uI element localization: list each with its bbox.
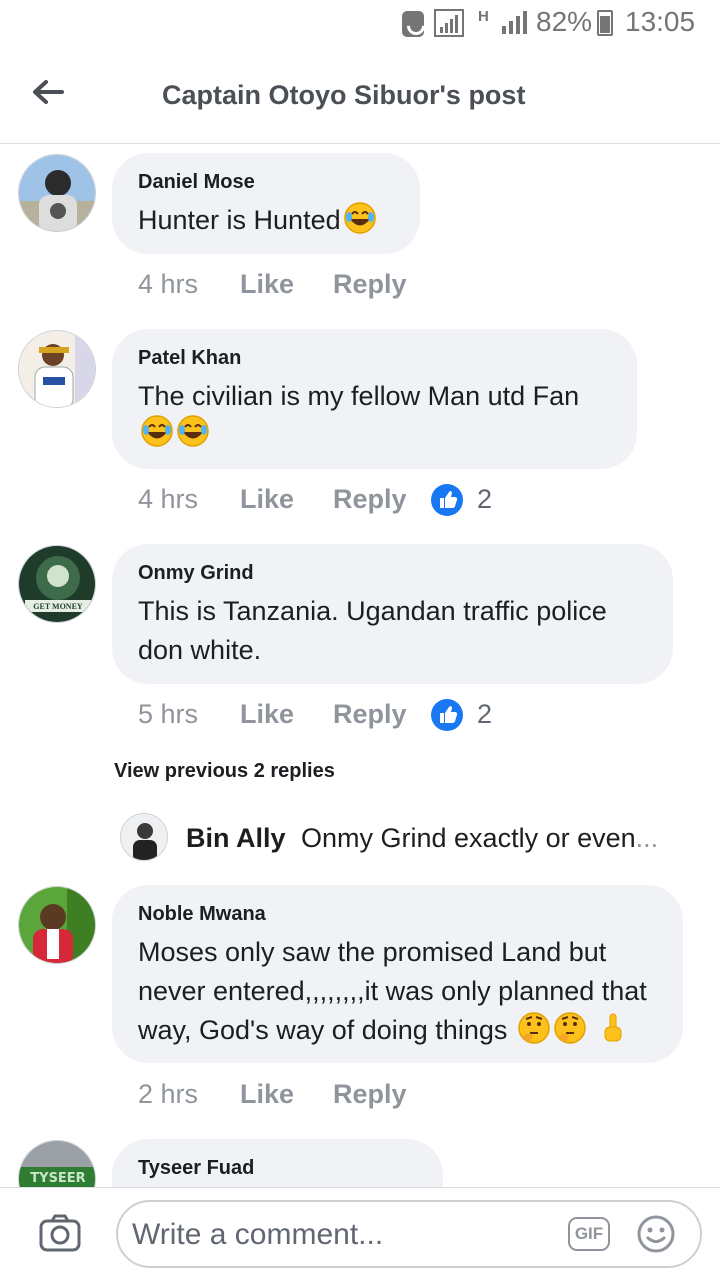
tears-of-joy-emoji <box>141 415 173 447</box>
battery-icon <box>597 10 613 36</box>
avatar[interactable] <box>18 330 96 408</box>
reply-button[interactable]: Reply <box>333 1079 407 1110</box>
gif-icon[interactable]: GIF <box>568 1217 610 1251</box>
comment-text: Moses only saw the promised Land but <box>138 937 607 967</box>
pointing-up-emoji <box>604 1013 622 1042</box>
comment-author[interactable]: Noble Mwana <box>138 903 655 925</box>
comment-meta: 5 hrs Like Reply <box>0 699 720 735</box>
comment-meta: 4 hrs Like Reply <box>0 484 720 520</box>
smiley-button[interactable] <box>636 1214 676 1254</box>
comment-author[interactable]: Daniel Mose <box>138 171 392 193</box>
page-title: Captain Otoyo Sibuor's post <box>162 80 526 110</box>
comment-time: 5 hrs <box>138 699 199 729</box>
top-bar: Captain Otoyo Sibuor's post <box>0 48 720 144</box>
camera-button[interactable] <box>38 1212 82 1256</box>
comment-text-line2: never entered,,,,,,,,it was only planned… <box>138 976 647 1006</box>
comment-time: 4 hrs <box>138 269 199 299</box>
like-button[interactable]: Like <box>240 1079 294 1110</box>
avatar[interactable] <box>120 813 168 861</box>
reply-preview[interactable]: Bin Ally Onmy Grind exactly or even... <box>120 813 700 861</box>
thumbs-up-icon[interactable] <box>431 699 463 731</box>
network-type-label: H <box>478 8 489 25</box>
comment-bubble[interactable]: Daniel Mose Hunter is Hunted <box>112 153 420 254</box>
comment-input[interactable]: Write a comment... GIF <box>116 1200 702 1268</box>
battery-percent: 82% <box>536 6 593 37</box>
comment-bubble[interactable]: Onmy Grind This is Tanzania. Ugandan tra… <box>112 544 673 684</box>
comment-text-line3: way, God's way of doing things <box>138 1011 655 1050</box>
signal-icon <box>434 9 464 37</box>
comment-bubble[interactable]: Noble Mwana Moses only saw the promised … <box>112 885 683 1063</box>
view-previous-replies-link[interactable]: View previous 2 replies <box>114 760 335 783</box>
comment-text: Hunter is Hunted <box>138 201 392 240</box>
tears-of-joy-emoji <box>177 415 209 447</box>
comment-text: The civilian is my fellow Man utd Fan <box>138 381 580 411</box>
comment-text: This is Tanzania. Ugandan traffic police <box>138 596 607 626</box>
status-bar: H 82% 13:05 <box>0 0 720 48</box>
camera-icon <box>39 1214 81 1252</box>
arrow-left-icon <box>33 80 64 104</box>
like-button[interactable]: Like <box>240 484 294 515</box>
comment-bubble[interactable]: Tyseer Fuad <box>112 1139 443 1187</box>
back-button[interactable] <box>28 72 68 112</box>
smiley-icon <box>637 1215 675 1253</box>
comment-composer: Write a comment... GIF <box>0 1187 720 1280</box>
svg-text:TYSEER: TYSEER <box>30 1171 85 1186</box>
like-button[interactable]: Like <box>240 269 294 300</box>
comment-emoji-line <box>138 414 609 453</box>
reply-button[interactable]: Reply <box>333 269 407 300</box>
thinking-emoji <box>554 1012 586 1044</box>
like-button[interactable]: Like <box>240 699 294 730</box>
reply-author[interactable]: Bin Ally <box>186 823 286 854</box>
comment-author[interactable]: Onmy Grind <box>138 562 645 584</box>
reply-button[interactable]: Reply <box>333 484 407 515</box>
comment-bubble[interactable]: Patel Khan The civilian is my fellow Man… <box>112 329 637 469</box>
phone-icon <box>402 11 424 37</box>
reply-button[interactable]: Reply <box>333 699 407 730</box>
avatar[interactable]: TYSEER <box>18 1140 96 1187</box>
comments-list[interactable]: Daniel Mose Hunter is Hunted 4 hrs Like … <box>0 145 720 1187</box>
thinking-emoji <box>518 1012 550 1044</box>
reply-text: Onmy Grind exactly or even... <box>301 823 659 853</box>
comment-author[interactable]: Patel Khan <box>138 347 609 369</box>
avatar[interactable] <box>18 886 96 964</box>
thumbs-up-icon[interactable] <box>431 484 463 516</box>
avatar[interactable]: GET MONEY <box>18 545 96 623</box>
reaction-count[interactable]: 2 <box>477 484 492 515</box>
cellular-signal-icon <box>500 10 528 43</box>
tears-of-joy-emoji <box>343 202 376 234</box>
clock: 13:05 <box>625 6 696 37</box>
comment-placeholder: Write a comment... <box>132 1218 384 1251</box>
comment-meta: 4 hrs Like Reply <box>0 269 720 305</box>
comment-meta: 2 hrs Like Reply <box>0 1079 720 1115</box>
reaction-count[interactable]: 2 <box>477 699 492 730</box>
comment-time: 4 hrs <box>138 484 199 514</box>
comment-text-line2: don white. <box>138 635 262 665</box>
avatar[interactable] <box>18 154 96 232</box>
comment-time: 2 hrs <box>138 1079 199 1109</box>
comment-author[interactable]: Tyseer Fuad <box>138 1157 415 1179</box>
svg-text:GET MONEY: GET MONEY <box>33 602 83 611</box>
